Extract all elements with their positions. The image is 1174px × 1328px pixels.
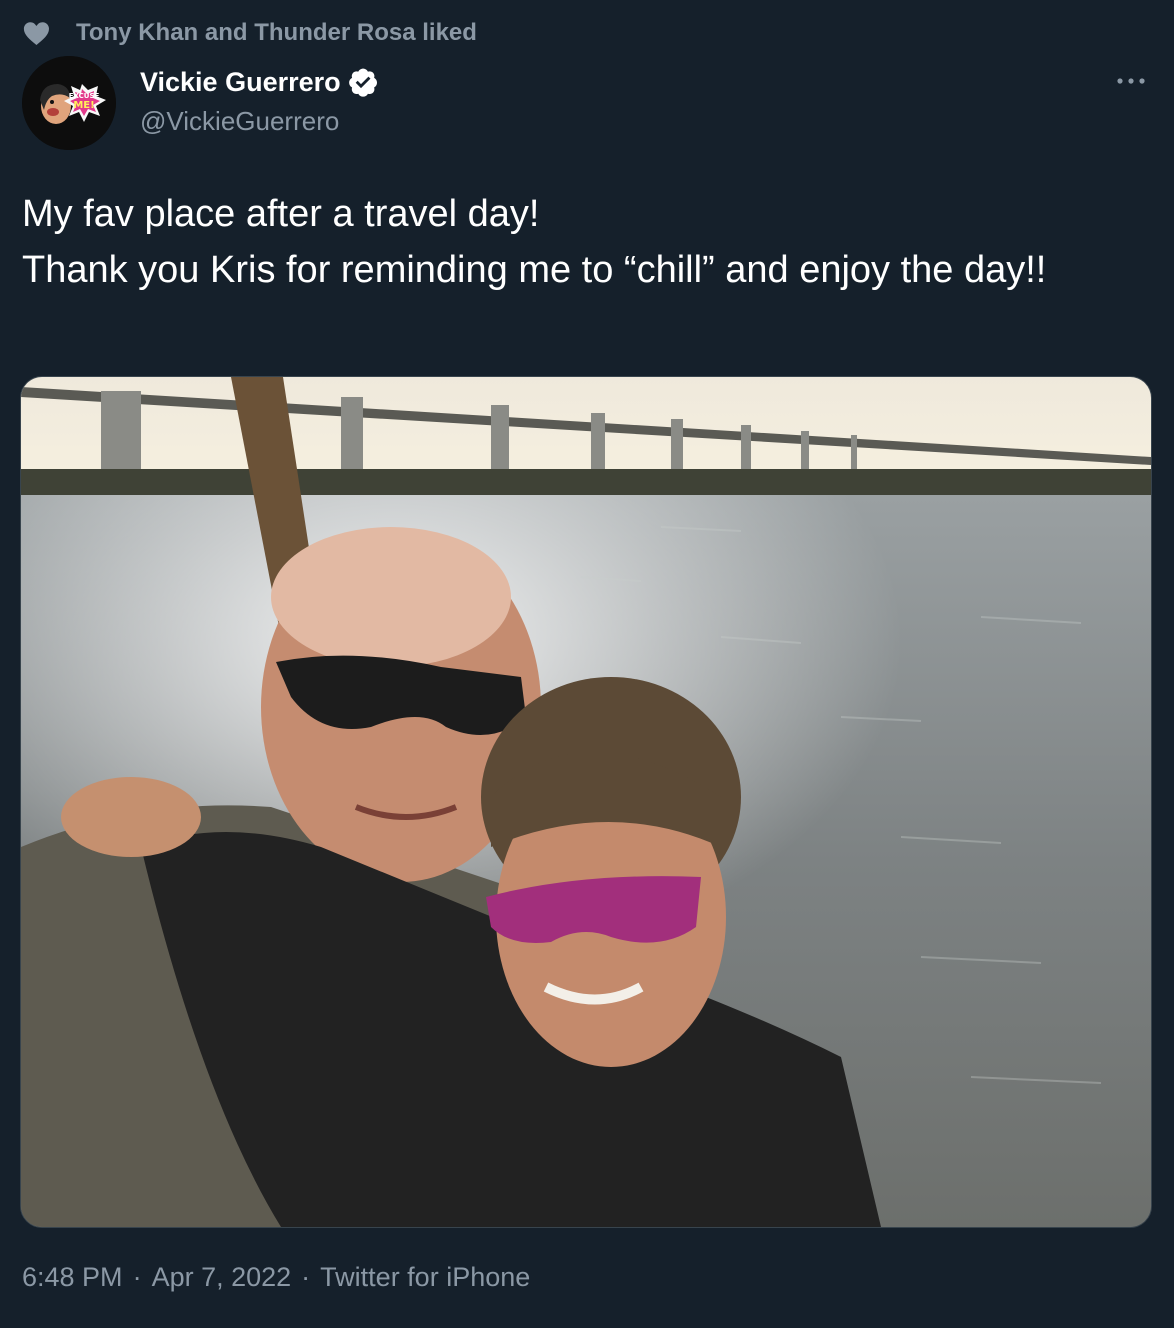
display-name[interactable]: Vickie Guerrero [140,67,341,98]
tweet-text: My fav place after a travel day! Thank y… [22,193,1047,291]
tweet-source[interactable]: Twitter for iPhone [320,1262,530,1293]
meta-separator: · [301,1262,311,1292]
avatar-text-top: EXCUSE [69,92,100,100]
tweet-meta: 6:48 PM · Apr 7, 2022 · Twitter for iPho… [22,1262,530,1293]
tweet-photo[interactable] [20,376,1152,1228]
photo-image [21,377,1151,1227]
avatar-text-bottom: ME! [73,100,94,111]
avatar-image: EXCUSE ME! [22,56,116,150]
meta-separator: · [132,1262,142,1292]
verified-badge-icon [348,68,377,97]
handle[interactable]: @VickieGuerrero [140,106,379,137]
social-context-text: Tony Khan and Thunder Rosa liked [76,19,477,46]
tweet-time[interactable]: 6:48 PM [22,1262,123,1293]
tweet[interactable]: Tony Khan and Thunder Rosa liked EXCUSE … [0,0,1174,1328]
heart-icon [23,22,49,45]
author-block[interactable]: Vickie Guerrero @VickieGuerrero [140,62,379,137]
avatar[interactable]: EXCUSE ME! [22,56,116,150]
tweet-date[interactable]: Apr 7, 2022 [152,1262,292,1293]
social-context[interactable]: Tony Khan and Thunder Rosa liked [22,16,477,50]
more-icon[interactable] [1114,64,1148,98]
